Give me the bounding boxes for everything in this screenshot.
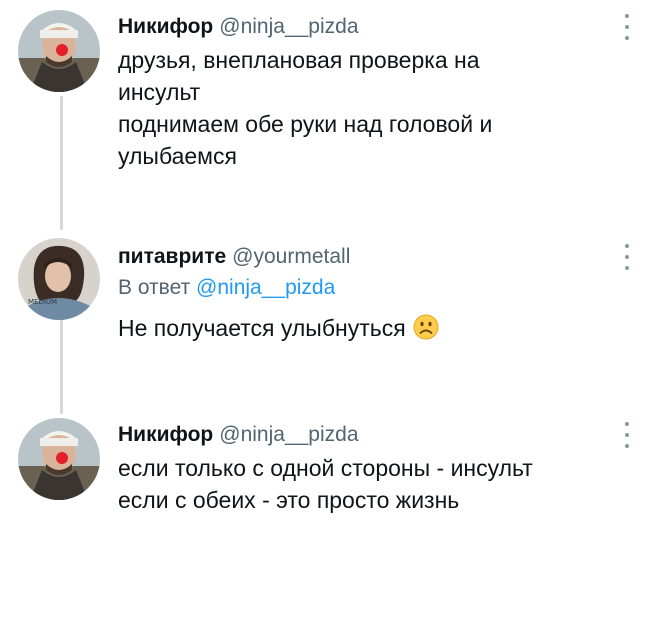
user-handle[interactable]: @ninja__pizda bbox=[219, 15, 358, 38]
more-options-icon[interactable] bbox=[624, 244, 630, 270]
display-name[interactable]: Никифор bbox=[118, 423, 213, 446]
reply-prefix: В ответ bbox=[118, 276, 191, 299]
tweet-text: если только с одной стороны - инсульт ес… bbox=[118, 452, 620, 516]
tweet-text-line: инсульт bbox=[118, 79, 201, 105]
frowning-face-icon bbox=[412, 313, 440, 341]
tweet-text-line: улыбаемся bbox=[118, 143, 237, 169]
more-options-icon[interactable] bbox=[624, 14, 630, 40]
display-name[interactable]: Никифор bbox=[118, 15, 213, 38]
user-handle[interactable]: @yourmetall bbox=[232, 245, 350, 268]
tweet-text: друзья, внеплановая проверка на инсульт … bbox=[118, 44, 620, 172]
tweet-text-line: Не получается улыбнуться bbox=[118, 315, 406, 341]
avatar[interactable] bbox=[18, 418, 100, 500]
avatar[interactable] bbox=[18, 10, 100, 92]
user-handle[interactable]: @ninja__pizda bbox=[219, 423, 358, 446]
avatar-shirt-print: MEDIUM bbox=[28, 298, 57, 306]
reply-mention-link[interactable]: @ninja__pizda bbox=[196, 276, 335, 299]
tweet-header: Никифор @ninja__pizda bbox=[118, 422, 620, 448]
avatar[interactable]: MEDIUM bbox=[18, 238, 100, 320]
tweet-text-line: поднимаем обе руки над головой и bbox=[118, 111, 493, 137]
tweet-text-line: если с обеих - это просто жизнь bbox=[118, 487, 460, 513]
display-name[interactable]: питаврите bbox=[118, 245, 226, 268]
tweet-text-line: друзья, внеплановая проверка на bbox=[118, 47, 480, 73]
thread-line-2 bbox=[60, 318, 63, 414]
reply-context: В ответ @ninja__pizda bbox=[118, 274, 620, 302]
tweet-header: питаврите @yourmetall bbox=[118, 244, 620, 270]
thread-line-1 bbox=[60, 96, 63, 230]
tweet-text-line: если только с одной стороны - инсульт bbox=[118, 455, 533, 481]
tweet-text: Не получается улыбнуться bbox=[118, 312, 620, 344]
tweet-header: Никифор @ninja__pizda bbox=[118, 14, 620, 40]
more-options-icon[interactable] bbox=[624, 422, 630, 448]
